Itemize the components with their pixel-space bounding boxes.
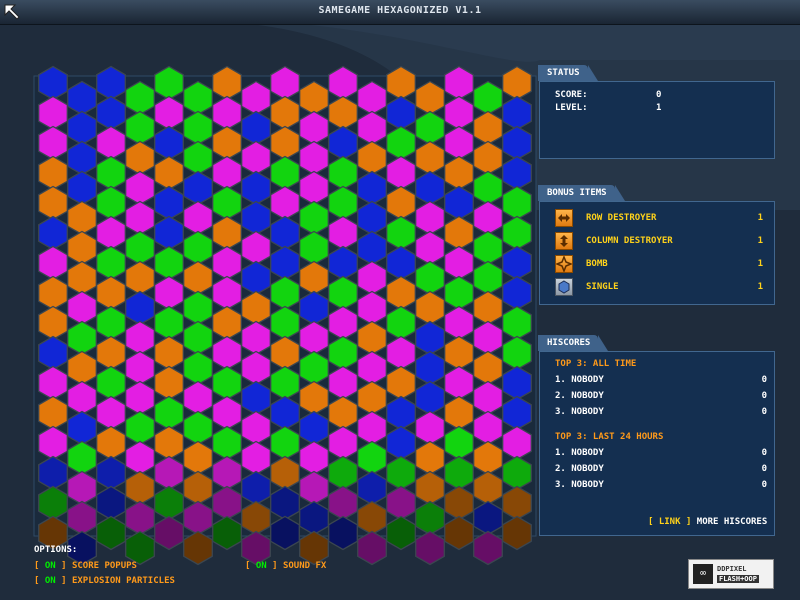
bomb-icon — [554, 254, 574, 274]
hiscore-score: 0 — [761, 480, 767, 490]
bonus-items-tab: BONUS ITEMS — [538, 185, 625, 201]
link-bracket-open: [ — [648, 517, 654, 527]
bonus-item-label: SINGLE — [586, 282, 619, 292]
option-explosion-particles[interactable]: [ ON ] EXPLOSION PARTICLES — [34, 576, 175, 586]
hiscore-name: 1. NOBODY — [555, 448, 604, 458]
option-state: ON — [44, 561, 56, 571]
logo-line2: FLASH+OOP — [717, 575, 759, 583]
hiscores-tab: HISCORES — [538, 335, 609, 351]
hiscore-score: 0 — [761, 464, 767, 474]
bonus-items-tab-label: BONUS ITEMS — [547, 188, 607, 198]
option-sound-fx[interactable]: [ ON ] SOUND FX — [245, 561, 326, 571]
link-bracket-close: ] — [685, 517, 692, 527]
bonus-item-count: 1 — [757, 259, 763, 269]
bonus-item-bomb[interactable]: BOMB 1 — [554, 254, 767, 275]
hiscore-name: 1. NOBODY — [555, 375, 604, 385]
hiscore-name: 2. NOBODY — [555, 391, 604, 401]
option-label: SCORE POPUPS — [71, 561, 137, 571]
score-label: SCORE: — [555, 90, 588, 100]
option-bracket-close: ] — [272, 561, 278, 571]
option-score-popups[interactable]: [ ON ] SCORE POPUPS — [34, 561, 137, 571]
bonus-item-label: BOMB — [586, 259, 608, 269]
level-value: 1 — [656, 103, 662, 113]
bonus-item-label: ROW DESTROYER — [586, 213, 657, 223]
bonus-item-count: 1 — [757, 236, 763, 246]
bonus-item-count: 1 — [757, 213, 763, 223]
last-24-hours-title: TOP 3: LAST 24 HOURS — [555, 432, 664, 442]
status-tab-label: STATUS — [547, 68, 580, 78]
bonus-item-label: COLUMN DESTROYER — [586, 236, 673, 246]
infinity-logo-icon: ∞ — [693, 564, 713, 584]
logo-line1: DDPIXEL — [717, 565, 747, 573]
hiscores-tab-label: HISCORES — [547, 338, 591, 348]
hiscore-score: 0 — [761, 375, 767, 385]
status-tab: STATUS — [538, 65, 597, 81]
hiscore-name: 3. NOBODY — [555, 480, 604, 490]
single-icon — [555, 278, 573, 296]
option-bracket-open: [ — [245, 561, 251, 571]
option-state: ON — [255, 561, 267, 571]
all-time-title: TOP 3: ALL TIME — [555, 359, 637, 369]
option-bracket-open: [ — [34, 561, 40, 571]
bonus-item-column-destroyer[interactable]: COLUMN DESTROYER 1 — [555, 232, 767, 252]
hiscore-score: 0 — [761, 448, 767, 458]
bonus-item-row-destroyer[interactable]: ROW DESTROYER 1 — [555, 209, 767, 229]
option-label: SOUND FX — [282, 561, 327, 571]
option-bracket-open: [ — [34, 576, 40, 586]
more-hiscores-label: MORE HISCORES — [696, 517, 768, 527]
hiscore-name: 2. NOBODY — [555, 464, 604, 474]
hiscore-score: 0 — [761, 391, 767, 401]
bonus-item-count: 1 — [757, 282, 763, 292]
option-bracket-close: ] — [61, 561, 67, 571]
option-label: EXPLOSION PARTICLES — [71, 576, 175, 586]
ddpixel-logo[interactable]: ∞ DDPIXEL FLASH+OOP — [688, 559, 774, 589]
row-destroyer-icon — [555, 209, 573, 227]
level-label: LEVEL: — [555, 103, 588, 113]
bonus-item-single[interactable]: SINGLE 1 — [555, 278, 767, 298]
score-value: 0 — [656, 90, 662, 100]
option-state: ON — [44, 576, 56, 586]
hiscore-name: 3. NOBODY — [555, 407, 604, 417]
link-word: LINK — [658, 517, 681, 527]
column-destroyer-icon — [555, 232, 573, 250]
option-bracket-close: ] — [61, 576, 67, 586]
options-title: OPTIONS: — [34, 545, 78, 555]
more-hiscores-link[interactable]: [ LINK ] MORE HISCORES — [648, 517, 767, 527]
hiscore-score: 0 — [761, 407, 767, 417]
